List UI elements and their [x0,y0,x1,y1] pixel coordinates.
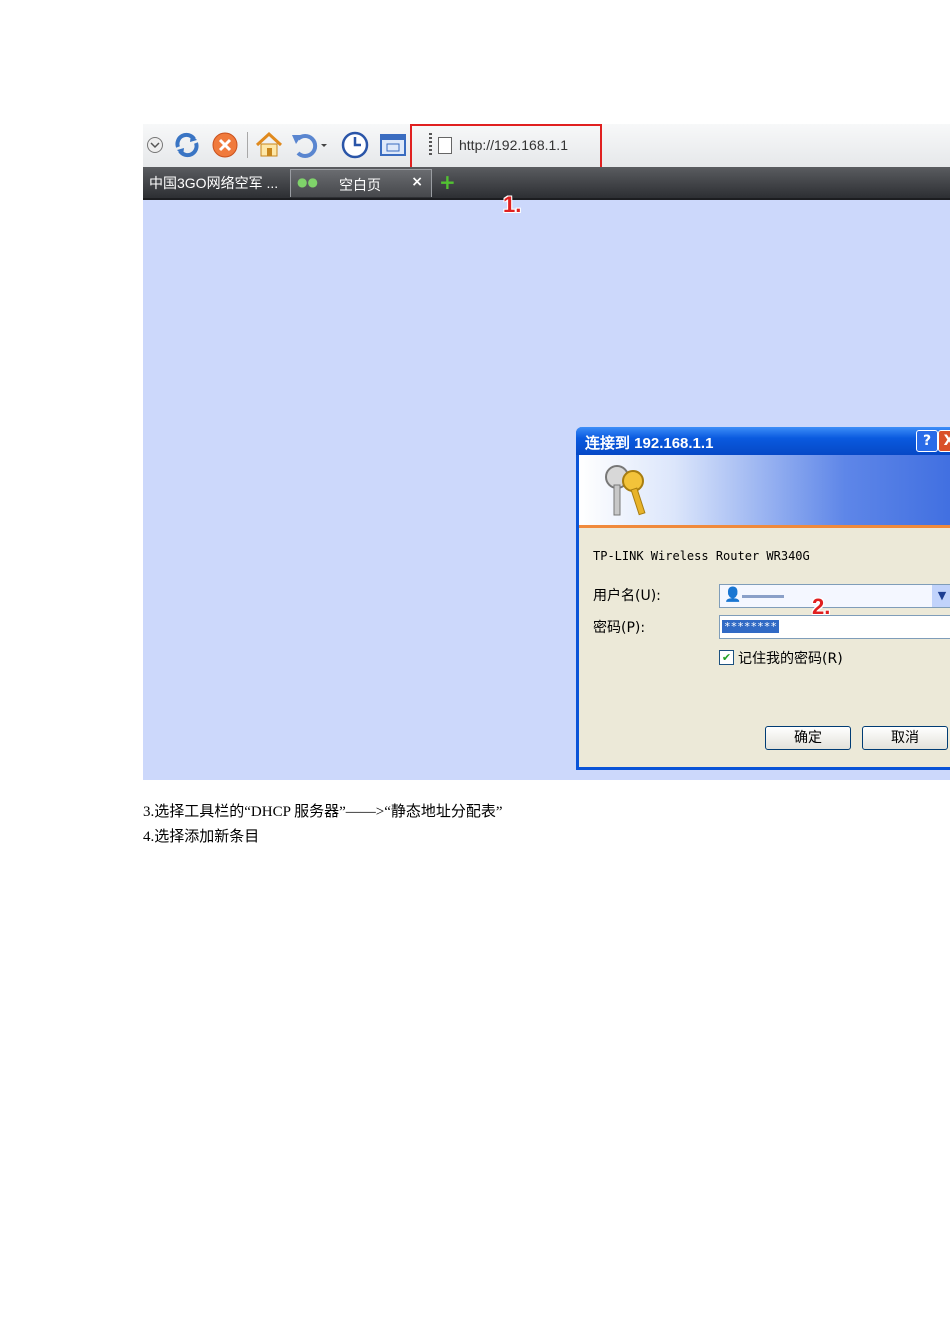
ok-button[interactable]: 确定 [765,726,851,750]
browser-toolbar: http://192.168.1.1 [143,124,950,183]
dialog-titlebar: 连接到 192.168.1.1 ? X [576,427,950,455]
remember-label: 记住我的密码(R) [738,651,843,667]
password-label: 密码(P): [593,620,646,636]
window-icon[interactable] [377,130,409,160]
help-button[interactable]: ? [916,430,938,452]
dropdown-icon[interactable] [145,130,165,160]
close-button[interactable]: X [938,430,950,452]
tab-blank-label: 空白页 [339,177,381,193]
stop-icon[interactable] [209,130,241,160]
dialog-title: 连接到 192.168.1.1 [585,435,714,452]
step-1-marker: 1. [503,192,522,217]
home-icon[interactable] [253,130,285,160]
keys-icon [599,461,659,525]
tab-close-icon[interactable]: × [411,174,423,190]
password-value: ******** [722,620,779,633]
cancel-button[interactable]: 取消 [862,726,948,750]
refresh-icon[interactable] [171,130,203,160]
user-icon: 👤 [724,587,742,603]
remember-checkbox[interactable]: ✔ [719,650,734,665]
username-obscured [742,595,784,598]
device-name: TP-LINK Wireless Router WR340G [593,549,810,563]
tab-3go[interactable]: 中国3GO网络空军 ... [149,173,278,193]
new-tab-icon[interactable]: + [439,170,456,194]
username-label: 用户名(U): [593,588,661,604]
step-2-marker: 2. [812,594,831,619]
chevron-down-icon[interactable]: ▼ [932,585,950,607]
caption-step-4: 4.选择添加新条目 [143,829,260,845]
password-field[interactable]: ******** [719,615,950,639]
tab-bar: 中国3GO网络空军 ... ●● 空白页 × + [143,167,950,200]
history-icon[interactable] [339,130,371,160]
undo-icon[interactable] [289,130,329,160]
dialog-banner [579,455,950,528]
tab-blank[interactable]: ●● 空白页 × [290,169,432,197]
login-dialog: 连接到 192.168.1.1 ? X TP-LINK Wireless Rou… [576,427,950,770]
caption-step-3: 3.选择工具栏的“DHCP 服务器”——>“静态地址分配表” [143,804,503,820]
people-icon: ●● [297,175,318,189]
username-combo[interactable]: 👤 ▼ [719,584,950,608]
screenshot: http://192.168.1.1 中国3GO网络空军 ... ●● 空白页 … [143,124,950,780]
